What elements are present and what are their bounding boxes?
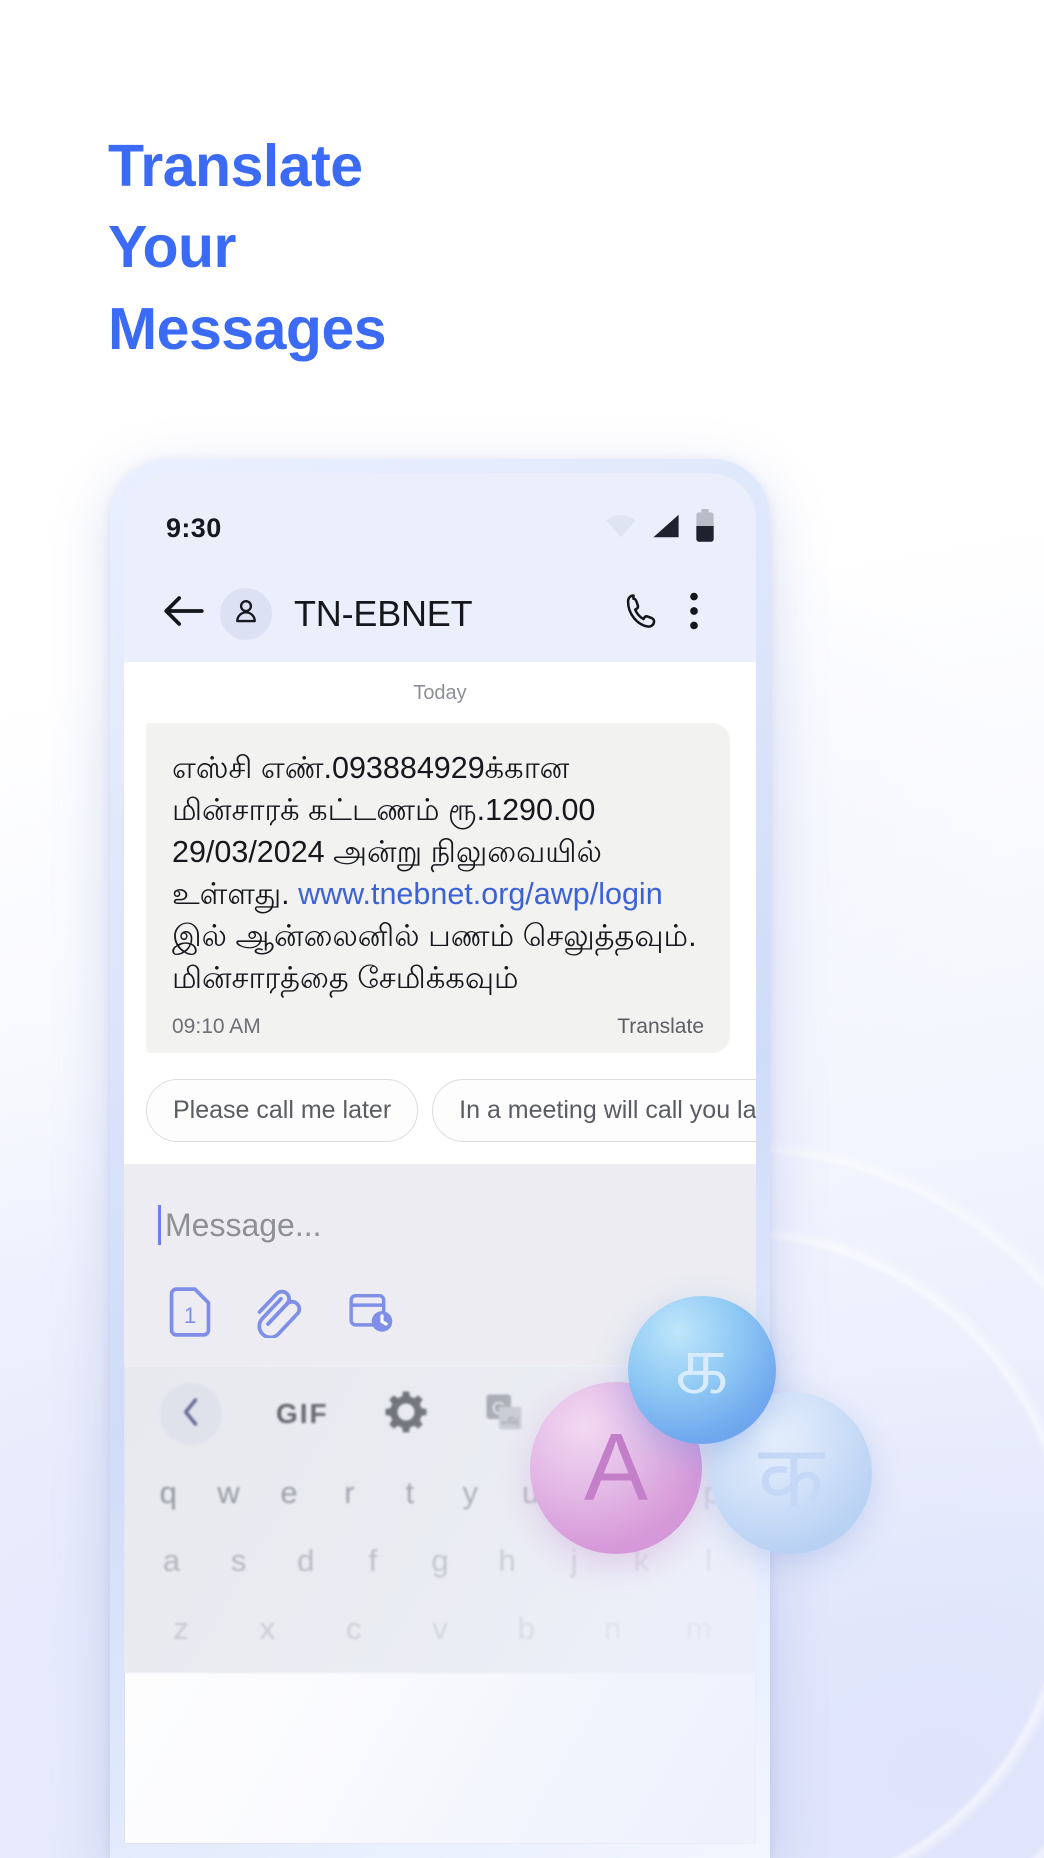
key-z[interactable]: z [150,1611,212,1647]
translate-button[interactable]: Translate [617,1015,704,1039]
key-d[interactable]: d [275,1543,337,1579]
phone-icon [624,592,660,635]
key-h[interactable]: h [476,1543,538,1579]
schedule-send-icon[interactable] [346,1286,394,1343]
day-divider: Today [413,682,467,704]
key-w[interactable]: w [198,1475,258,1511]
key-b[interactable]: b [495,1611,557,1647]
key-q[interactable]: q [138,1475,198,1511]
key-l[interactable]: l [677,1543,739,1579]
attachment-icon[interactable] [256,1286,304,1343]
key-m[interactable]: m [668,1611,730,1647]
key-y[interactable]: y [440,1475,500,1511]
key-f[interactable]: f [342,1543,404,1579]
keyboard-row-3: z x c v b n m [124,1595,756,1663]
gear-icon[interactable] [383,1389,429,1440]
wifi-icon [604,512,638,545]
person-icon [231,596,261,631]
overflow-menu-button[interactable] [668,591,720,636]
phone-mockup-frame: 9:30 TN-EBNET Today எஸ்சி எண்.093884929க… [110,459,770,1858]
key-t[interactable]: t [380,1475,440,1511]
key-g[interactable]: g [409,1543,471,1579]
message-input-placeholder: Message... [165,1206,322,1243]
cellular-signal-icon [650,512,682,545]
quick-reply-chip-2[interactable]: In a meeting will call you lat.. [432,1079,756,1143]
key-a[interactable]: a [141,1543,203,1579]
key-r[interactable]: r [319,1475,379,1511]
message-timestamp: 09:10 AM [172,1015,261,1039]
phone-screen: 9:30 TN-EBNET Today எஸ்சி எண்.093884929க… [124,473,756,1844]
sim-one-icon[interactable]: 1 [166,1286,214,1343]
call-button[interactable] [616,592,668,635]
message-link[interactable]: www.tnebnet.org/awp/login [298,877,663,911]
key-e[interactable]: e [259,1475,319,1511]
status-bar-clock: 9:30 [166,512,222,543]
key-s[interactable]: s [208,1543,270,1579]
text-caret [158,1205,161,1246]
gif-button[interactable]: GIF [276,1398,329,1430]
back-button[interactable] [156,593,212,634]
quick-reply-chip-1[interactable]: Please call me later [146,1079,419,1143]
decorative-tamil-letter-bubble: க [628,1296,776,1444]
key-v[interactable]: v [409,1611,471,1647]
status-bar-icons [604,508,716,548]
google-translate-icon[interactable]: G அ [483,1391,525,1438]
page-headline: Translate Your Messages [108,133,387,362]
svg-text:1: 1 [184,1304,196,1329]
app-bar: TN-EBNET [124,565,756,662]
quick-reply-row: Please call me later In a meeting will c… [124,1053,756,1165]
conversation-area: Today எஸ்சி எண்.093884929க்கான மின்சாரக்… [124,662,756,1165]
chevron-left-icon [180,1397,202,1432]
more-vertical-icon [687,591,701,636]
message-input[interactable]: Message... [124,1194,756,1256]
key-n[interactable]: n [582,1611,644,1647]
status-bar: 9:30 [124,473,756,565]
key-x[interactable]: x [236,1611,298,1647]
arrow-left-icon [163,593,205,634]
message-text: எஸ்சி எண்.093884929க்கான மின்சாரக் கட்டண… [172,747,704,999]
key-c[interactable]: c [323,1611,385,1647]
message-meta: 09:10 AM Translate [172,1015,704,1039]
message-text-part-2: இல் ஆன்லைனில் பணம் செலுத்தவும். மின்சாரத… [172,919,697,996]
battery-icon [694,508,716,548]
svg-text:அ: அ [501,1412,519,1429]
contact-name: TN-EBNET [294,592,473,634]
message-bubble[interactable]: எஸ்சி எண்.093884929க்கான மின்சாரக் கட்டண… [146,723,730,1054]
avatar[interactable] [220,587,272,640]
keyboard-back-button[interactable] [160,1383,222,1446]
